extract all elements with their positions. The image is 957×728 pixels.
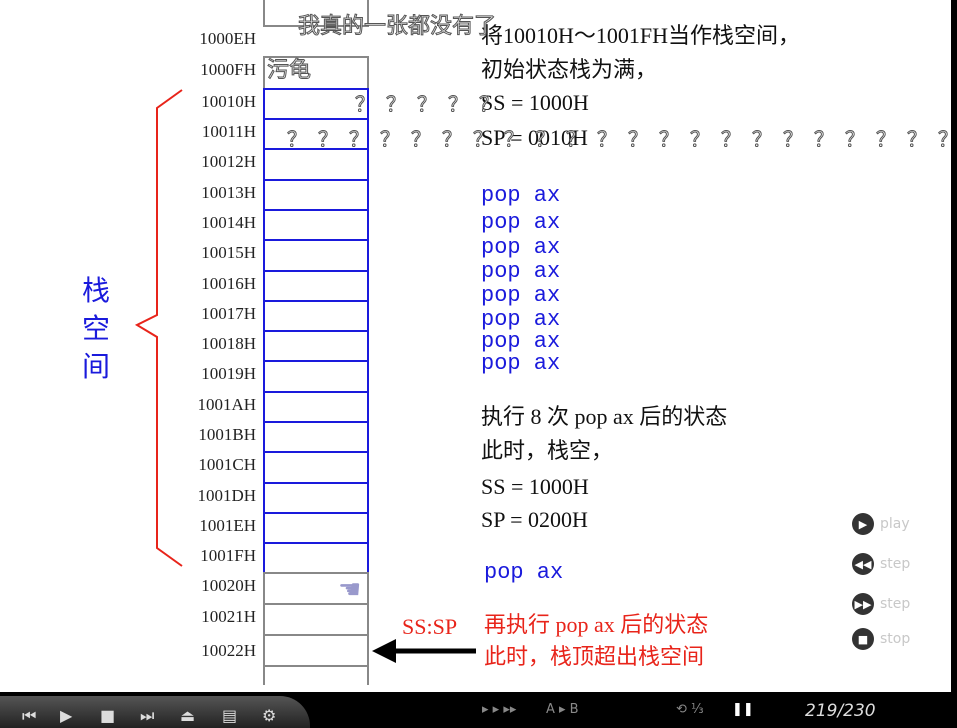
sssp-label: SS:SP: [402, 614, 458, 639]
text-line2: 初始状态栈为满，: [481, 57, 658, 82]
stack-empty-text: 此时，栈空，: [481, 438, 614, 463]
settings-icon[interactable]: ⚙: [262, 706, 276, 725]
prev-icon[interactable]: ⏮: [22, 706, 36, 726]
stop-icon: ■: [852, 628, 874, 650]
stop-icon[interactable]: ■: [100, 706, 115, 725]
sssp-arrow-head: [372, 639, 396, 663]
speed-control[interactable]: ▸ ▸ ▸▸: [482, 702, 516, 717]
danmaku-question-marks-1: ？？？？？: [355, 92, 510, 117]
next-icon[interactable]: ⏭: [140, 706, 154, 726]
page-counter: 219/230: [805, 701, 876, 721]
step-back-button[interactable]: ◀◀ step: [852, 553, 910, 575]
play-button[interactable]: ▶ play: [852, 513, 910, 535]
loop-icon[interactable]: ⟲ ⅓: [676, 702, 704, 717]
stack-space-label: 栈空间: [82, 274, 111, 383]
play-label: play: [880, 516, 910, 532]
pop-instruction: pop ax: [481, 351, 561, 376]
rewind-icon: ◀◀: [852, 553, 874, 575]
pop-instruction: pop ax: [481, 259, 561, 284]
step-back-label: step: [880, 556, 911, 572]
subtitle-line2: 污龟: [266, 58, 312, 84]
subtitle-line1: 我真的一张都没有了: [297, 14, 497, 40]
eject-icon[interactable]: ⏏: [180, 706, 195, 725]
pop-instruction: pop ax: [481, 210, 561, 235]
play-icon: ▶: [852, 513, 874, 535]
ss-after: SS = 1000H: [481, 474, 589, 499]
danmaku-question-marks-2: ？？？？？？？？？？？？？？？？？？？？？？: [287, 127, 952, 152]
step-forward-button[interactable]: ▶▶ step: [852, 593, 910, 615]
after-again-text: 再执行 pop ax 后的状态: [484, 612, 709, 637]
ab-repeat[interactable]: A ▸ B: [546, 702, 579, 717]
text-line1: 将10010H～1001FH当作栈空间，: [481, 23, 801, 48]
step-forward-label: step: [880, 596, 911, 612]
player-control-bar: ⏮ ▶ ■ ⏭ ⏏ ▤ ⚙ ▸ ▸ ▸▸ A ▸ B ⟲ ⅓ ❚❚ 219/23…: [0, 692, 957, 728]
after-8-pops: 执行 8 次 pop ax 后的状态: [481, 404, 728, 429]
stop-button[interactable]: ■ stop: [852, 628, 910, 650]
pop-again: pop ax: [484, 560, 564, 585]
stack-brace: [134, 89, 183, 567]
pause-icon[interactable]: ❚❚: [732, 702, 754, 717]
stop-label: stop: [880, 631, 911, 647]
fast-forward-icon: ▶▶: [852, 593, 874, 615]
pop-instruction: pop ax: [481, 283, 561, 308]
pop-instruction: pop ax: [481, 235, 561, 260]
play-icon[interactable]: ▶: [60, 706, 72, 725]
pop-instruction: pop ax: [481, 183, 561, 208]
playlist-icon[interactable]: ▤: [222, 706, 237, 725]
sp-after: SP = 0200H: [481, 507, 588, 532]
overflow-text: 此时，栈顶超出栈空间: [484, 644, 705, 669]
hand-cursor-icon: ☚: [338, 575, 362, 604]
slide: 1000EH 1000FH 10010H 10011H 10012H 10013H 1001…: [0, 0, 951, 692]
